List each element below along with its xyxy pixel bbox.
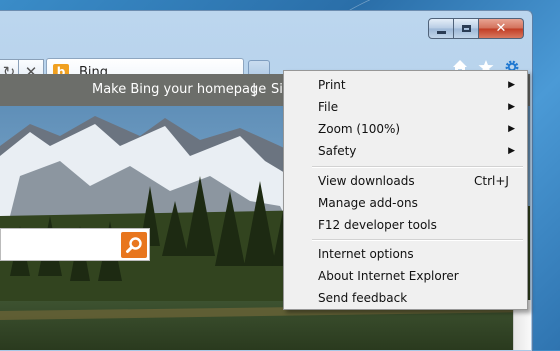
maximize-button[interactable]	[454, 18, 479, 39]
menu-item-f12-tools[interactable]: F12 developer tools	[284, 214, 527, 236]
submenu-arrow-icon: ▶	[508, 80, 515, 90]
menu-item-manage-addons[interactable]: Manage add-ons	[284, 192, 527, 214]
minimize-icon	[436, 30, 446, 34]
menu-item-file[interactable]: File ▶	[284, 96, 527, 118]
shortcut-label: Ctrl+J	[474, 174, 509, 188]
window-caption-buttons: ✕	[428, 18, 524, 39]
tools-menu: Print ▶ File ▶ Zoom (100%) ▶ Safety ▶ Vi…	[283, 70, 528, 310]
submenu-arrow-icon: ▶	[508, 102, 515, 112]
close-icon: ✕	[495, 21, 507, 36]
menu-item-print[interactable]: Print ▶	[284, 74, 527, 96]
sign-in-link[interactable]: Si	[271, 82, 283, 97]
menu-item-send-feedback[interactable]: Send feedback	[284, 287, 527, 309]
menu-separator	[312, 166, 523, 168]
maximize-icon	[461, 25, 471, 32]
menu-item-zoom[interactable]: Zoom (100%) ▶	[284, 118, 527, 140]
close-button[interactable]: ✕	[479, 18, 524, 39]
header-separator: |	[252, 82, 257, 97]
menu-item-about-ie[interactable]: About Internet Explorer	[284, 265, 527, 287]
menu-separator	[312, 239, 523, 241]
menu-item-internet-options[interactable]: Internet options	[284, 243, 527, 265]
submenu-arrow-icon: ▶	[508, 146, 515, 156]
menu-item-view-downloads[interactable]: View downloads Ctrl+J	[284, 170, 527, 192]
search-button[interactable]	[121, 232, 147, 258]
submenu-arrow-icon: ▶	[508, 124, 515, 134]
minimize-button[interactable]	[428, 18, 454, 39]
menu-item-safety[interactable]: Safety ▶	[284, 140, 527, 162]
make-homepage-link[interactable]: Make Bing your homepage	[92, 82, 266, 97]
search-icon	[126, 237, 142, 253]
